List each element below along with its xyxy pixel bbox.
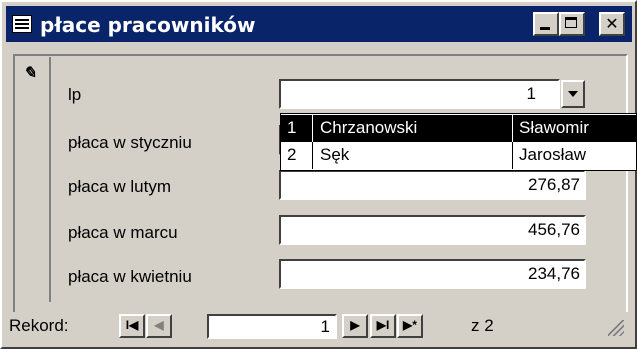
last-record-button[interactable]: ▶I	[370, 314, 396, 338]
march-field[interactable]: 456,76	[279, 215, 586, 245]
field-label-lp: lp	[68, 85, 82, 104]
resize-grip-icon[interactable]	[608, 320, 624, 336]
dropdown-name: Sławomir	[519, 118, 589, 137]
dropdown-name: Jarosław	[519, 145, 587, 164]
next-record-button[interactable]: ▶	[342, 314, 368, 338]
record-selector[interactable]: ✎	[17, 57, 51, 302]
record-number-input[interactable]: 1	[207, 314, 337, 339]
field-label-april: płaca w kwietniu	[68, 267, 192, 286]
lp-dropdown-list: 1 Chrzanowski Sławomir 2 Sęk Jarosław	[280, 113, 637, 171]
field-label-february: płaca w lutym	[68, 177, 171, 196]
record-navigation: Rekord: I◀ ◀ 1 ▶ ▶I ▶* z 2	[4, 312, 630, 342]
form-icon	[12, 15, 32, 33]
dropdown-row[interactable]: 1 Chrzanowski Sławomir	[281, 115, 637, 142]
previous-record-button[interactable]: ◀	[146, 314, 172, 338]
record-count: z 2	[471, 316, 494, 335]
new-record-button[interactable]: ▶*	[397, 314, 423, 338]
first-record-button[interactable]: I◀	[119, 314, 145, 338]
field-label-january: płaca w styczniu	[68, 133, 192, 152]
lp-combobox[interactable]: 1	[279, 79, 560, 109]
chevron-down-icon[interactable]	[561, 80, 585, 108]
window-title: płace pracowników	[40, 13, 256, 37]
april-field[interactable]: 234,76	[279, 259, 586, 289]
title-bar[interactable]: płace pracowników ✕	[6, 6, 632, 42]
dropdown-surname: Chrzanowski	[320, 118, 418, 137]
dropdown-lp: 1	[287, 118, 297, 137]
dropdown-lp: 2	[287, 145, 297, 164]
dropdown-row[interactable]: 2 Sęk Jarosław	[281, 142, 637, 169]
february-field[interactable]: 276,87	[279, 170, 586, 200]
dropdown-surname: Sęk	[320, 145, 350, 164]
pencil-icon: ✎	[23, 65, 37, 82]
field-label-march: płaca w marcu	[68, 223, 178, 242]
close-button[interactable]: ✕	[599, 12, 625, 36]
minimize-button[interactable]	[533, 12, 559, 36]
record-label: Rekord:	[9, 316, 69, 335]
maximize-button[interactable]	[559, 12, 585, 36]
